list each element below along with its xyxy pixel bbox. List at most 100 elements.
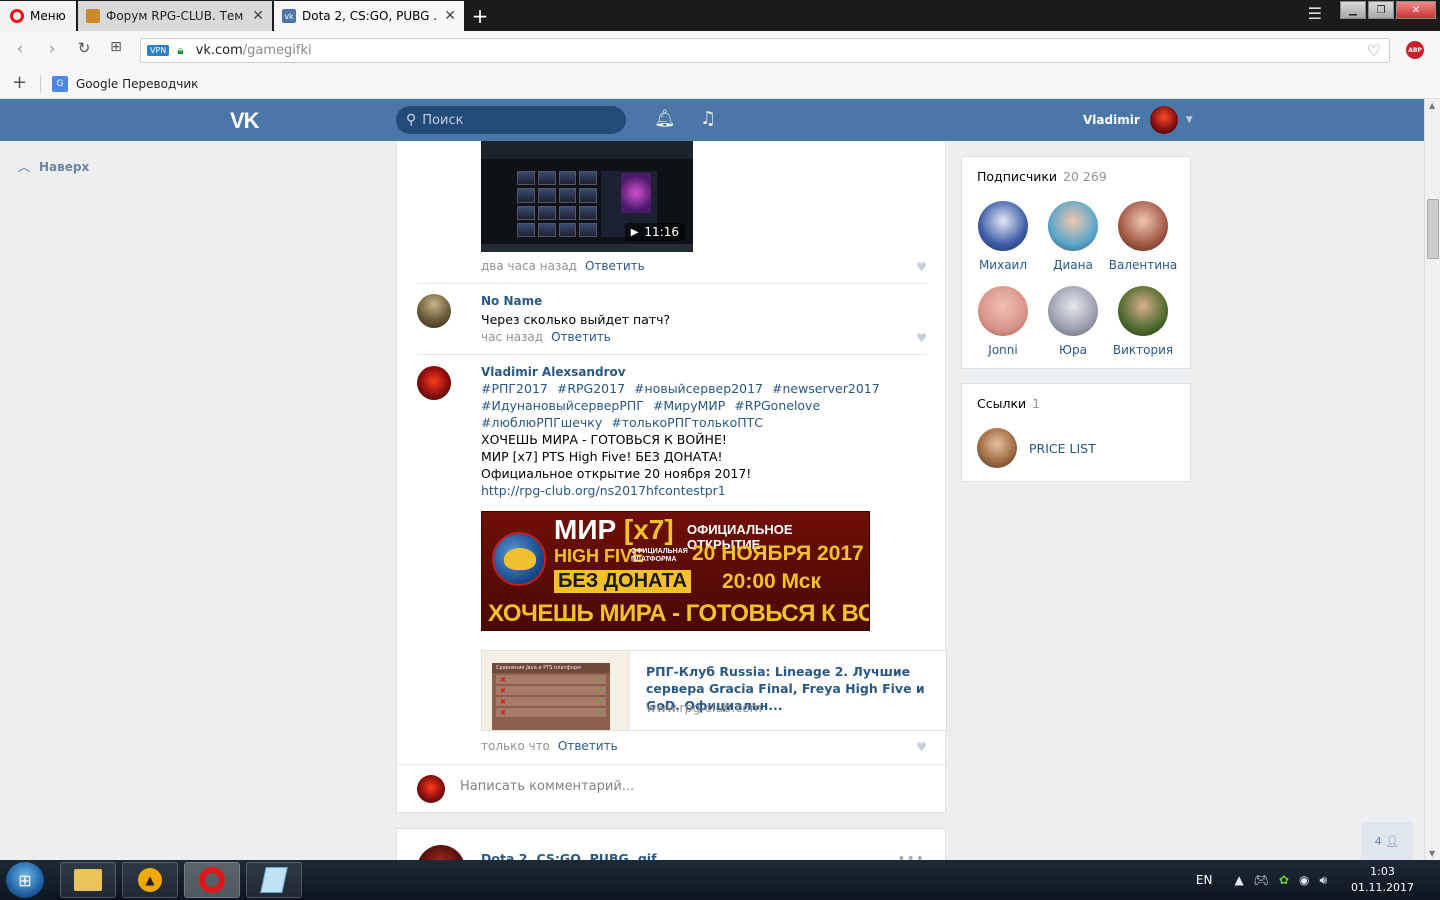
tab-rpg-club-forum[interactable]: Форум RPG-CLUB. Тема: … ✕	[78, 1, 272, 31]
comment-input[interactable]	[460, 779, 920, 794]
subscriber-item[interactable]: Диана	[1038, 201, 1108, 272]
browser-tab-bar: Меню Форум RPG-CLUB. Тема: … ✕ vk Dota 2…	[0, 0, 1440, 31]
folder-icon	[74, 869, 102, 891]
tab-vk-gamegifki[interactable]: vk Dota 2, CS:GO, PUBG .gif ✕	[274, 1, 464, 31]
opera-menu-button[interactable]: Меню	[0, 1, 76, 31]
search-input[interactable]	[422, 112, 603, 128]
subscriber-item[interactable]: Валентина	[1108, 201, 1178, 272]
hashtag-link[interactable]: #newserver2017	[772, 381, 880, 396]
hashtag-link[interactable]: #МируМИР	[653, 398, 725, 413]
vpn-badge[interactable]: VPN	[147, 45, 170, 56]
reload-icon[interactable]: ↻	[74, 39, 94, 57]
page-scrollbar[interactable]: ▲ ▼	[1424, 99, 1440, 860]
link-item-price-list[interactable]: PRICE LIST	[977, 428, 1096, 468]
subscribers-count: 20 269	[1063, 169, 1107, 184]
steam-icon[interactable]: ◉	[1299, 873, 1309, 887]
forward-icon[interactable]: ›	[42, 39, 62, 59]
avatar[interactable]	[417, 366, 451, 400]
reply-link[interactable]: Ответить	[585, 259, 645, 273]
minimize-icon[interactable]: ▁	[1340, 1, 1366, 19]
music-icon[interactable]: ♫	[700, 108, 716, 129]
google-translate-icon: G	[52, 76, 68, 92]
hashtag-link[interactable]: #толькоРПГтолькоПТС	[611, 415, 763, 430]
start-button-icon[interactable]: ⊞	[6, 862, 44, 898]
scroll-up-icon[interactable]: ▲	[1429, 101, 1435, 110]
friends-online-button[interactable]: 4 👤︎	[1361, 822, 1413, 860]
avatar[interactable]	[417, 294, 451, 328]
subscriber-name: Юра	[1059, 343, 1087, 357]
discord-icon[interactable]: 🎮︎	[1254, 873, 1269, 887]
globe-emblem-icon	[492, 532, 546, 586]
scroll-down-icon[interactable]: ▼	[1429, 849, 1435, 858]
taskbar-explorer[interactable]	[60, 862, 116, 898]
tab-close-icon[interactable]: ✕	[252, 8, 264, 24]
bookmark-google-translate[interactable]: G Google Переводчик	[52, 76, 198, 92]
hashtag-link[interactable]: #РПГ2017	[481, 381, 548, 396]
subscriber-item[interactable]: Юра	[1038, 286, 1108, 357]
tray-expand-icon[interactable]: ▲	[1234, 873, 1243, 887]
back-to-top-link[interactable]: ︿ Наверх	[18, 158, 89, 175]
reply-link[interactable]: Ответить	[558, 739, 618, 753]
hashtag-link[interactable]: #RPG2017	[557, 381, 625, 396]
maximize-icon[interactable]: ❐	[1368, 1, 1394, 19]
taskbar-notepad[interactable]	[246, 862, 302, 898]
opera-menu-label: Меню	[30, 9, 66, 23]
link-preview-card[interactable]: Сравнение Java и PTS платформ ✖ ✔ ✖ ✔ ✖ ✔ ✖…	[481, 650, 947, 731]
external-link[interactable]: http://rpg-club.org/ns2017hfcontestpr1	[481, 482, 751, 499]
address-bar-row: ‹ › ↻ ⊞ VPN 🔒︎ vk.com/gamegifki ♡ ABP	[0, 31, 1440, 69]
url-field[interactable]: VPN 🔒︎ vk.com/gamegifki ♡	[140, 38, 1390, 63]
subscriber-item[interactable]: Jonni	[968, 286, 1038, 357]
like-heart-icon[interactable]: ♥	[916, 260, 927, 274]
banner-time: 20:00 Мск	[722, 570, 821, 593]
notepad-icon	[260, 867, 288, 893]
subscribers-header[interactable]: Подписчики 20 269	[977, 169, 1107, 184]
window-close-icon[interactable]: ✕	[1396, 1, 1436, 19]
comment-author[interactable]: No Name	[481, 294, 542, 308]
subscriber-item[interactable]: Михаил	[968, 201, 1038, 272]
clock[interactable]: 1:03 01.11.2017	[1351, 864, 1414, 896]
like-heart-icon[interactable]: ♥	[916, 740, 927, 754]
hashtag-link[interactable]: #RPGonelove	[734, 398, 820, 413]
clover-icon[interactable]: ✿	[1279, 873, 1289, 887]
banner-date: 20 НОЯБРЯ 2017	[692, 542, 864, 565]
lock-icon[interactable]: 🔒︎	[177, 43, 183, 58]
taskbar-opera[interactable]	[184, 862, 240, 898]
hashtag-link[interactable]: #люблюРПГшечку	[481, 415, 602, 430]
bookmark-heart-icon[interactable]: ♡	[1367, 41, 1381, 60]
adblock-plus-icon[interactable]: ABP	[1406, 41, 1424, 59]
notifications-bell-icon[interactable]: 🔔︎	[654, 109, 676, 129]
banner-platform: ОФИЦИАЛЬНАЯ ПЛАТФОРМА	[631, 548, 688, 563]
subscribers-label: Подписчики	[977, 169, 1058, 184]
link-preview-image: Сравнение Java и PTS платформ ✖ ✔ ✖ ✔ ✖ ✔ ✖…	[482, 651, 630, 730]
reply-link[interactable]: Ответить	[551, 330, 611, 344]
subscriber-name: Валентина	[1108, 258, 1178, 272]
user-menu[interactable]: Vladimir ▼	[1083, 106, 1193, 134]
like-heart-icon[interactable]: ♥	[916, 331, 927, 345]
subscriber-name: Виктория	[1112, 343, 1174, 357]
back-icon[interactable]: ‹	[10, 39, 30, 59]
video-attachment[interactable]: ▶ 11:16	[481, 141, 693, 252]
forum-favicon-icon	[86, 9, 100, 23]
user-name: Vladimir	[1083, 113, 1140, 127]
vk-favicon-icon: vk	[282, 9, 296, 23]
video-frame-grid	[517, 171, 597, 237]
taskbar-aimp[interactable]: ▲	[122, 862, 178, 898]
links-header[interactable]: Ссылки 1	[977, 396, 1040, 411]
speed-dial-icon[interactable]: ⊞	[106, 39, 126, 55]
language-indicator[interactable]: EN	[1196, 873, 1213, 887]
tab-close-icon[interactable]: ✕	[444, 8, 456, 24]
scrollbar-thumb[interactable]	[1427, 199, 1439, 259]
new-tab-icon[interactable]: +	[470, 4, 490, 28]
vk-logo-icon[interactable]: VK	[230, 108, 260, 134]
subscriber-name: Михаил	[978, 258, 1028, 272]
hashtag-link[interactable]: #ИдунановыйсерверРПГ	[481, 398, 644, 413]
hashtag-link[interactable]: #новыйсервер2017	[634, 381, 763, 396]
tab-menu-icon[interactable]: ☰	[1308, 4, 1322, 23]
video-frame-header	[481, 141, 693, 159]
promo-banner-image[interactable]: МИР [x7] HIGH FIVE ОФИЦИАЛЬНАЯ ПЛАТФОРМА…	[481, 511, 870, 631]
add-bookmark-icon[interactable]: +	[12, 72, 27, 93]
links-count: 1	[1032, 396, 1041, 411]
volume-icon[interactable]: 🔊︎	[1319, 873, 1327, 888]
subscriber-item[interactable]: Виктория	[1108, 286, 1178, 357]
comment-author[interactable]: Vladimir Alexsandrov	[481, 365, 626, 379]
